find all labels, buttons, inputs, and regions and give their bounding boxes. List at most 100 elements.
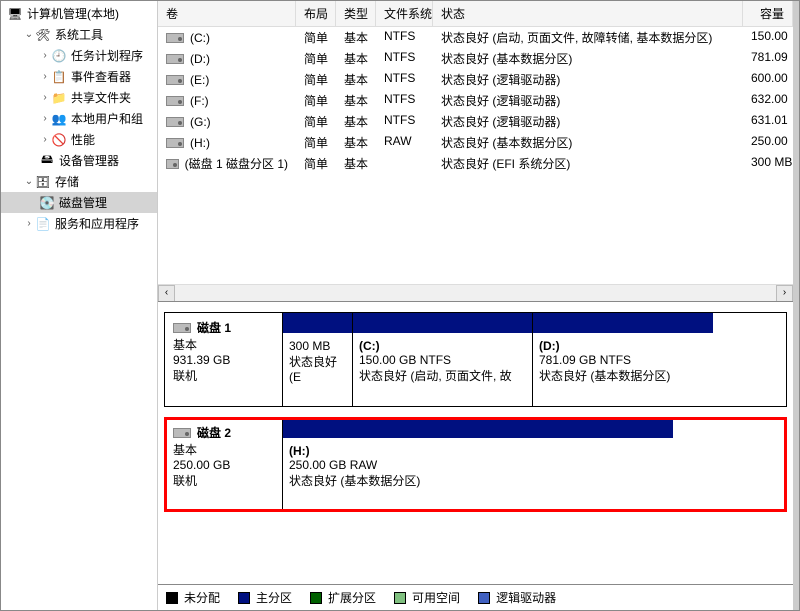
- partition-header: [283, 418, 673, 438]
- task-icon: 🕘: [51, 48, 67, 64]
- volume-name: (G:): [190, 115, 211, 129]
- tree-label: 计算机管理(本地): [27, 5, 119, 22]
- partition[interactable]: (H:)250.00 GB RAW状态良好 (基本数据分区): [283, 418, 673, 511]
- event-icon: 📋: [51, 69, 67, 85]
- disk-header: 磁盘 2 基本 250.00 GB 联机: [165, 418, 283, 511]
- tree-label: 性能: [71, 131, 95, 148]
- tree-device-manager[interactable]: 🖴 设备管理器: [1, 150, 157, 171]
- nav-tree: 🖥 计算机管理(本地) ⌄ 🛠 系统工具 › 🕘 任务计划程序 › 📋 事件查看…: [1, 1, 158, 610]
- col-filesystem[interactable]: 文件系统: [376, 1, 433, 26]
- services-icon: 📄: [35, 216, 51, 232]
- table-row[interactable]: (D:)简单基本NTFS状态良好 (基本数据分区)781.09: [158, 48, 793, 69]
- volume-icon: [166, 159, 179, 169]
- col-layout[interactable]: 布局: [296, 1, 336, 26]
- chevron-right-icon: ›: [23, 218, 35, 229]
- device-icon: 🖴: [39, 153, 55, 169]
- tree-services-apps[interactable]: › 📄 服务和应用程序: [1, 213, 157, 234]
- volume-icon: [166, 117, 184, 127]
- cell-capacity: 150.00: [743, 28, 793, 47]
- cell-status: 状态良好 (逻辑驱动器): [433, 91, 743, 110]
- col-status[interactable]: 状态: [433, 1, 743, 26]
- chevron-right-icon: ›: [39, 134, 51, 145]
- tree-label: 存储: [55, 173, 79, 190]
- cell-status: 状态良好 (启动, 页面文件, 故障转储, 基本数据分区): [433, 28, 743, 47]
- partition-status: 状态良好 (基本数据分区): [539, 367, 707, 384]
- legend-logical: 逻辑驱动器: [478, 589, 556, 606]
- partition[interactable]: 300 MB状态良好 (E: [283, 313, 353, 406]
- partition-body: 300 MB状态良好 (E: [283, 333, 352, 406]
- chevron-right-icon: ›: [39, 50, 51, 61]
- cell-status: 状态良好 (基本数据分区): [433, 49, 743, 68]
- tools-icon: 🛠: [35, 27, 51, 43]
- scroll-left-button[interactable]: ‹: [158, 285, 175, 302]
- cell-status: 状态良好 (逻辑驱动器): [433, 70, 743, 89]
- partition[interactable]: (C:)150.00 GB NTFS状态良好 (启动, 页面文件, 故: [353, 313, 533, 406]
- tree-label: 服务和应用程序: [55, 215, 139, 232]
- table-row[interactable]: (磁盘 1 磁盘分区 1)简单基本状态良好 (EFI 系统分区)300 MB: [158, 153, 793, 174]
- table-row[interactable]: (E:)简单基本NTFS状态良好 (逻辑驱动器)600.00: [158, 69, 793, 90]
- main-content: 卷 布局 类型 文件系统 状态 容量 (C:)简单基本NTFS状态良好 (启动,…: [158, 1, 799, 610]
- partition-body: (H:)250.00 GB RAW状态良好 (基本数据分区): [283, 438, 673, 511]
- table-row[interactable]: (C:)简单基本NTFS状态良好 (启动, 页面文件, 故障转储, 基本数据分区…: [158, 27, 793, 48]
- legend-free: 可用空间: [394, 589, 460, 606]
- tree-label: 本地用户和组: [71, 110, 143, 127]
- col-capacity[interactable]: 容量: [743, 1, 793, 26]
- tree-label: 系统工具: [55, 26, 103, 43]
- cell-capacity: 631.01: [743, 112, 793, 131]
- tree-performance[interactable]: › 🚫 性能: [1, 129, 157, 150]
- legend-extended: 扩展分区: [310, 589, 376, 606]
- cell-type: 基本: [336, 49, 376, 68]
- cell-layout: 简单: [296, 154, 336, 173]
- tree-label: 事件查看器: [71, 68, 131, 85]
- disk-size: 931.39 GB: [173, 353, 274, 367]
- tree-event-viewer[interactable]: › 📋 事件查看器: [1, 66, 157, 87]
- volume-list: 卷 布局 类型 文件系统 状态 容量 (C:)简单基本NTFS状态良好 (启动,…: [158, 1, 793, 301]
- table-row[interactable]: (H:)简单基本RAW状态良好 (基本数据分区)250.00: [158, 132, 793, 153]
- horizontal-scrollbar[interactable]: ‹ ›: [158, 284, 793, 301]
- chevron-down-icon: ⌄: [23, 29, 35, 40]
- cell-capacity: 300 MB: [743, 154, 793, 173]
- cell-fs: [376, 154, 433, 173]
- cell-layout: 简单: [296, 28, 336, 47]
- tree-root[interactable]: 🖥 计算机管理(本地): [1, 3, 157, 24]
- cell-capacity: 632.00: [743, 91, 793, 110]
- volume-icon: [166, 54, 184, 64]
- cell-fs: NTFS: [376, 49, 433, 68]
- scroll-right-button[interactable]: ›: [776, 285, 793, 302]
- legend-label: 扩展分区: [328, 589, 376, 606]
- col-volume[interactable]: 卷: [158, 1, 296, 26]
- legend: 未分配 主分区 扩展分区 可用空间 逻辑驱动器: [158, 584, 793, 610]
- partitions: 300 MB状态良好 (E(C:)150.00 GB NTFS状态良好 (启动,…: [283, 313, 786, 406]
- partition-volume: (C:): [359, 339, 526, 353]
- partition[interactable]: (D:)781.09 GB NTFS状态良好 (基本数据分区): [533, 313, 713, 406]
- volume-name: (E:): [190, 73, 209, 87]
- disk-row-2[interactable]: 磁盘 2 基本 250.00 GB 联机 (H:)250.00 GB RAW状态…: [164, 417, 787, 512]
- users-icon: 👥: [51, 111, 67, 127]
- partition-body: (C:)150.00 GB NTFS状态良好 (启动, 页面文件, 故: [353, 333, 532, 406]
- table-header: 卷 布局 类型 文件系统 状态 容量: [158, 1, 793, 27]
- tree-sys-tools[interactable]: ⌄ 🛠 系统工具: [1, 24, 157, 45]
- partition-header: [533, 313, 713, 333]
- legend-label: 未分配: [184, 589, 220, 606]
- disk-row-1[interactable]: 磁盘 1 基本 931.39 GB 联机 300 MB状态良好 (E(C:)15…: [164, 312, 787, 407]
- col-type[interactable]: 类型: [336, 1, 376, 26]
- cell-type: 基本: [336, 154, 376, 173]
- tree-disk-management[interactable]: 💽 磁盘管理: [1, 192, 157, 213]
- tree-task-scheduler[interactable]: › 🕘 任务计划程序: [1, 45, 157, 66]
- partitions: (H:)250.00 GB RAW状态良好 (基本数据分区): [283, 418, 786, 511]
- legend-primary: 主分区: [238, 589, 292, 606]
- legend-label: 逻辑驱动器: [496, 589, 556, 606]
- swatch: [238, 592, 250, 604]
- cell-type: 基本: [336, 91, 376, 110]
- chevron-right-icon: ›: [39, 113, 51, 124]
- table-row[interactable]: (F:)简单基本NTFS状态良好 (逻辑驱动器)632.00: [158, 90, 793, 111]
- tree-local-users[interactable]: › 👥 本地用户和组: [1, 108, 157, 129]
- volume-name: (H:): [190, 136, 210, 150]
- tree-shared-folders[interactable]: › 📁 共享文件夹: [1, 87, 157, 108]
- cell-fs: NTFS: [376, 28, 433, 47]
- cell-layout: 简单: [296, 133, 336, 152]
- partition-size: 250.00 GB RAW: [289, 458, 667, 472]
- volume-icon: [166, 33, 184, 43]
- table-row[interactable]: (G:)简单基本NTFS状态良好 (逻辑驱动器)631.01: [158, 111, 793, 132]
- tree-storage[interactable]: ⌄ 🗄 存储: [1, 171, 157, 192]
